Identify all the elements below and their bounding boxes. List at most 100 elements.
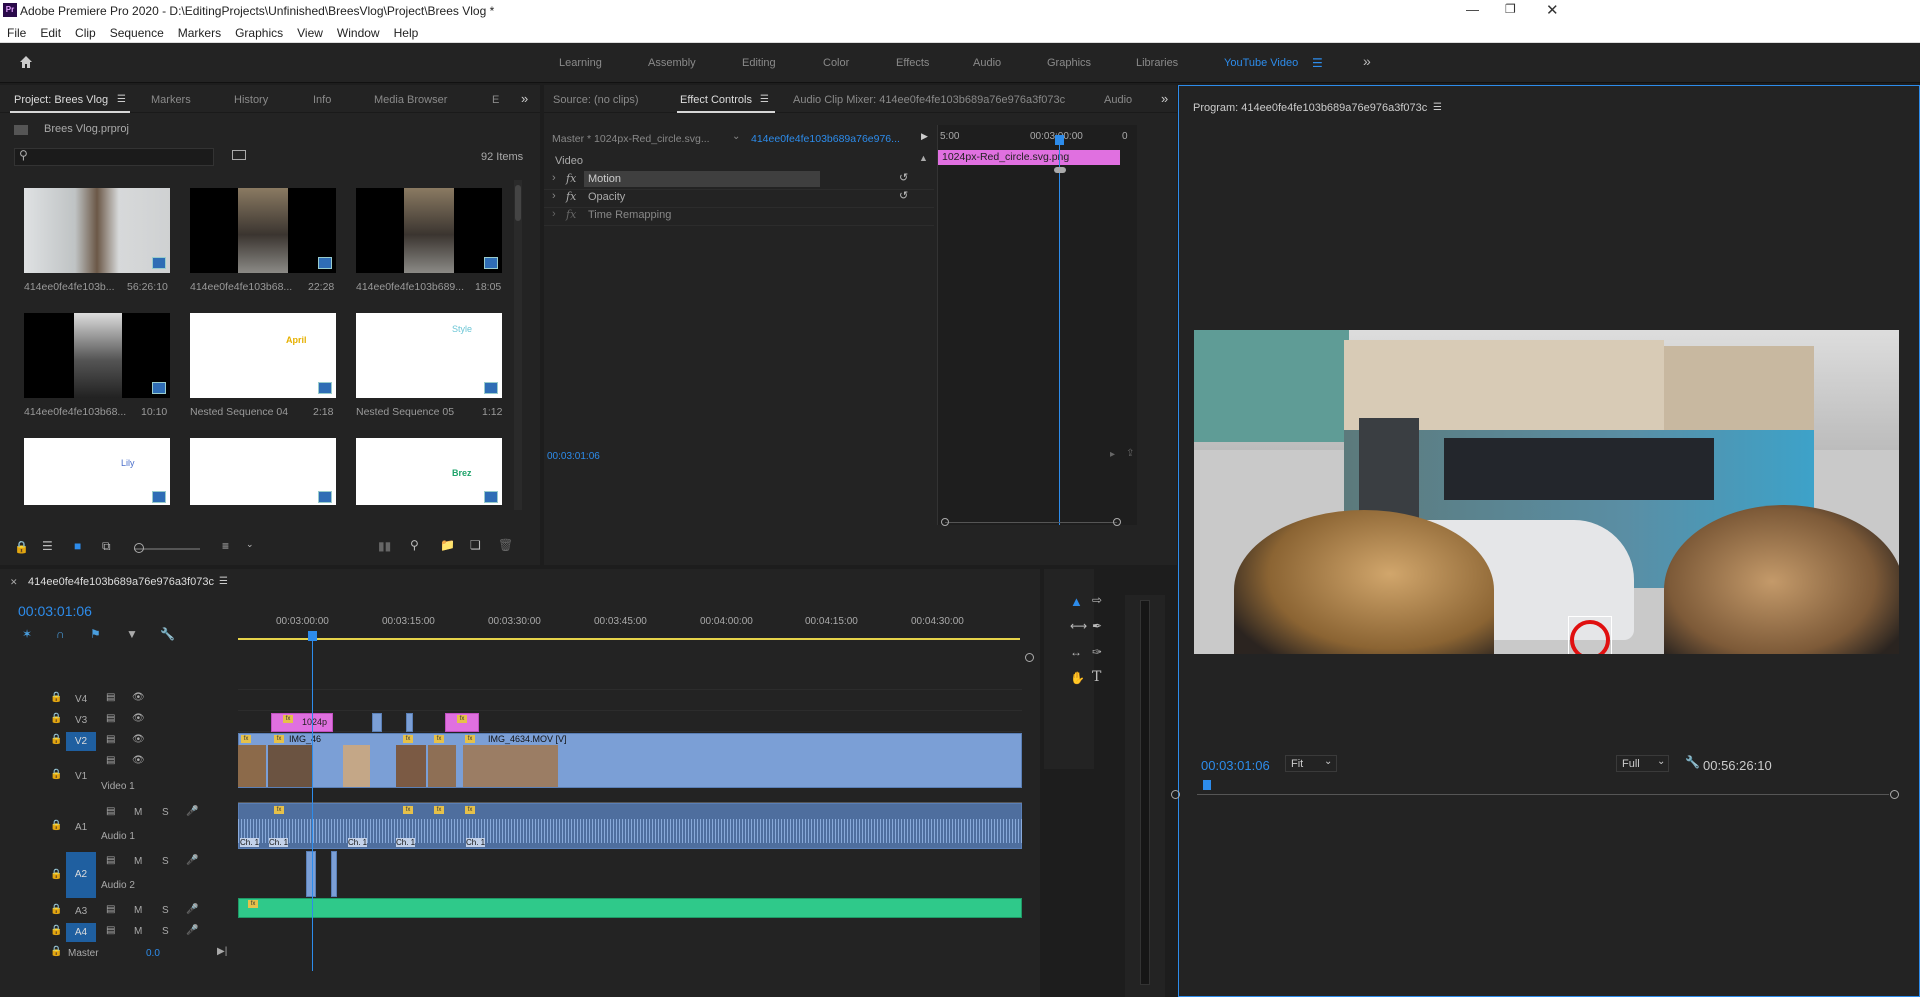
menu-window[interactable]: Window xyxy=(330,23,387,40)
minimize-button[interactable]: — xyxy=(1466,2,1479,17)
track-id-v2[interactable]: V2 xyxy=(66,732,96,751)
solo-button[interactable]: S xyxy=(162,926,169,937)
sequence-tab[interactable]: 414ee0fe4fe103b689a76e976a3f073c xyxy=(28,576,214,588)
list-view-icon[interactable]: ☰ xyxy=(42,539,53,553)
tab-history[interactable]: History xyxy=(234,94,268,106)
work-area-bar[interactable] xyxy=(238,638,1020,640)
program-playhead[interactable] xyxy=(1203,780,1211,790)
ec-zoom-bar[interactable] xyxy=(945,522,1117,523)
tab-audio[interactable]: Audio xyxy=(1104,94,1132,106)
lock-icon[interactable]: 🔒 xyxy=(50,869,62,880)
solo-button[interactable]: S xyxy=(162,807,169,818)
mute-button[interactable]: M xyxy=(134,926,142,937)
lock-icon[interactable]: 🔒 xyxy=(14,540,29,554)
audio-clip-a2[interactable] xyxy=(331,851,337,897)
master-value[interactable]: 0.0 xyxy=(146,948,160,959)
sync-lock-icon[interactable]: ▤ xyxy=(106,806,115,817)
mute-button[interactable]: M xyxy=(134,807,142,818)
menu-sequence[interactable]: Sequence xyxy=(103,23,171,40)
razor-tool-icon[interactable]: ✒ xyxy=(1092,619,1102,633)
eye-icon[interactable]: 👁 xyxy=(132,755,145,766)
sequence-clip-label[interactable]: 414ee0fe4fe103b689a76e976... xyxy=(751,133,900,145)
eye-icon[interactable]: 👁 xyxy=(132,692,145,703)
resolution-select[interactable]: Full ⌄ xyxy=(1616,755,1669,772)
home-icon[interactable] xyxy=(18,54,34,70)
tab-menu-icon[interactable]: ☰ xyxy=(219,576,228,587)
timeline-ruler[interactable]: 00:03:00:00 00:03:15:00 00:03:30:00 00:0… xyxy=(238,611,1020,641)
lock-icon[interactable]: 🔒 xyxy=(50,713,62,724)
timeline-settings-icon[interactable]: 🔧 xyxy=(160,627,175,641)
more-tabs-icon[interactable]: » xyxy=(521,91,528,106)
icon-view-icon[interactable]: ■ xyxy=(74,539,81,553)
program-timecode[interactable]: 00:03:01:06 xyxy=(1201,758,1270,773)
ec-playhead-handle[interactable] xyxy=(1055,135,1064,145)
project-scroll-thumb[interactable] xyxy=(515,185,521,221)
mute-button[interactable]: M xyxy=(134,856,142,867)
track-area[interactable]: 1024p fx fx fx fx IMG_46 fx fx fx IMG_46… xyxy=(238,631,1022,971)
lock-icon[interactable]: 🔒 xyxy=(50,904,62,915)
timeline-vscroll-handle[interactable] xyxy=(1025,653,1034,662)
selection-tool-icon[interactable]: ▲ xyxy=(1070,594,1083,609)
play-triangle-icon[interactable]: ▶ xyxy=(921,131,928,142)
more-tabs-icon[interactable]: » xyxy=(1161,91,1168,106)
expand-chevron-icon[interactable]: › xyxy=(552,208,556,220)
workspace-libraries[interactable]: Libraries xyxy=(1136,57,1178,69)
menu-help[interactable]: Help xyxy=(387,23,426,40)
lock-icon[interactable]: 🔒 xyxy=(50,946,62,957)
settings-wrench-icon[interactable]: 🔧 xyxy=(1685,755,1700,769)
ripple-edit-tool-icon[interactable]: ⟷ xyxy=(1070,619,1087,633)
track-id-v3[interactable]: V3 xyxy=(75,715,87,726)
zoom-select[interactable]: Fit ⌄ xyxy=(1285,755,1337,772)
tab-source[interactable]: Source: (no clips) xyxy=(553,94,639,106)
slip-tool-icon[interactable]: ↔ xyxy=(1070,645,1082,659)
tab-e[interactable]: E xyxy=(492,94,499,106)
workspace-graphics[interactable]: Graphics xyxy=(1047,57,1091,69)
effect-row-opacity[interactable]: › fx Opacity ↺ xyxy=(544,189,934,207)
sync-lock-icon[interactable]: ▤ xyxy=(106,713,115,724)
new-search-bin-icon[interactable] xyxy=(232,150,246,160)
video-clip-small[interactable] xyxy=(372,713,382,732)
menu-graphics[interactable]: Graphics xyxy=(228,23,290,40)
program-zoom-end-handle[interactable] xyxy=(1890,790,1899,799)
clear-icon[interactable]: 🗑 xyxy=(498,538,513,552)
lock-icon[interactable]: 🔒 xyxy=(50,820,62,831)
workspace-editing[interactable]: Editing xyxy=(742,57,776,69)
zoom-slider-handle[interactable] xyxy=(134,543,144,553)
thumbnail-7[interactable] xyxy=(190,438,336,505)
tab-menu-icon[interactable]: ☰ xyxy=(760,94,769,105)
timeline-playhead[interactable] xyxy=(312,631,313,971)
close-button[interactable]: ✕ xyxy=(1546,1,1559,19)
effect-row-time-remapping[interactable]: › fx Time Remapping xyxy=(544,207,934,225)
track-id-a4[interactable]: A4 xyxy=(66,923,96,942)
timeline-timecode[interactable]: 00:03:01:06 xyxy=(18,603,92,619)
graphic-clip-red-circle[interactable]: 1024p xyxy=(271,713,333,732)
search-input[interactable] xyxy=(14,148,214,166)
sync-lock-icon[interactable]: ▤ xyxy=(106,692,115,703)
thumbnail-3[interactable] xyxy=(24,313,170,398)
tab-markers[interactable]: Markers xyxy=(151,94,191,106)
program-video-frame[interactable] xyxy=(1194,330,1899,654)
reset-icon[interactable]: ↺ xyxy=(899,189,908,202)
snap-icon[interactable]: ✶ xyxy=(22,627,32,641)
master-clip-label[interactable]: Master * 1024px-Red_circle.svg... xyxy=(552,133,710,145)
menu-view[interactable]: View xyxy=(290,23,330,40)
audio-clip-a3-music[interactable] xyxy=(238,898,1022,918)
solo-button[interactable]: S xyxy=(162,905,169,916)
lock-icon[interactable]: 🔒 xyxy=(50,692,62,703)
sync-lock-icon[interactable]: ▤ xyxy=(106,925,115,936)
pen-tool-icon[interactable]: ✑ xyxy=(1092,645,1102,659)
audio-clip-a2[interactable] xyxy=(306,851,316,897)
workspace-effects[interactable]: Effects xyxy=(896,57,929,69)
workspace-assembly[interactable]: Assembly xyxy=(648,57,696,69)
collapse-up-icon[interactable]: ▲ xyxy=(919,153,928,163)
microphone-icon[interactable]: 🎤 xyxy=(186,855,198,866)
panel-menu-icon[interactable]: ☰ xyxy=(1433,102,1442,113)
eye-icon[interactable]: 👁 xyxy=(132,734,145,745)
track-id-a3[interactable]: A3 xyxy=(75,906,87,917)
go-to-end-icon[interactable]: ▶| xyxy=(217,946,227,957)
tab-menu-icon[interactable]: ☰ xyxy=(117,94,126,105)
expand-chevron-icon[interactable]: › xyxy=(552,172,556,184)
tab-info[interactable]: Info xyxy=(313,94,331,106)
type-tool-icon[interactable]: T xyxy=(1092,669,1101,685)
freeform-view-icon[interactable]: ⧉ xyxy=(102,539,111,554)
